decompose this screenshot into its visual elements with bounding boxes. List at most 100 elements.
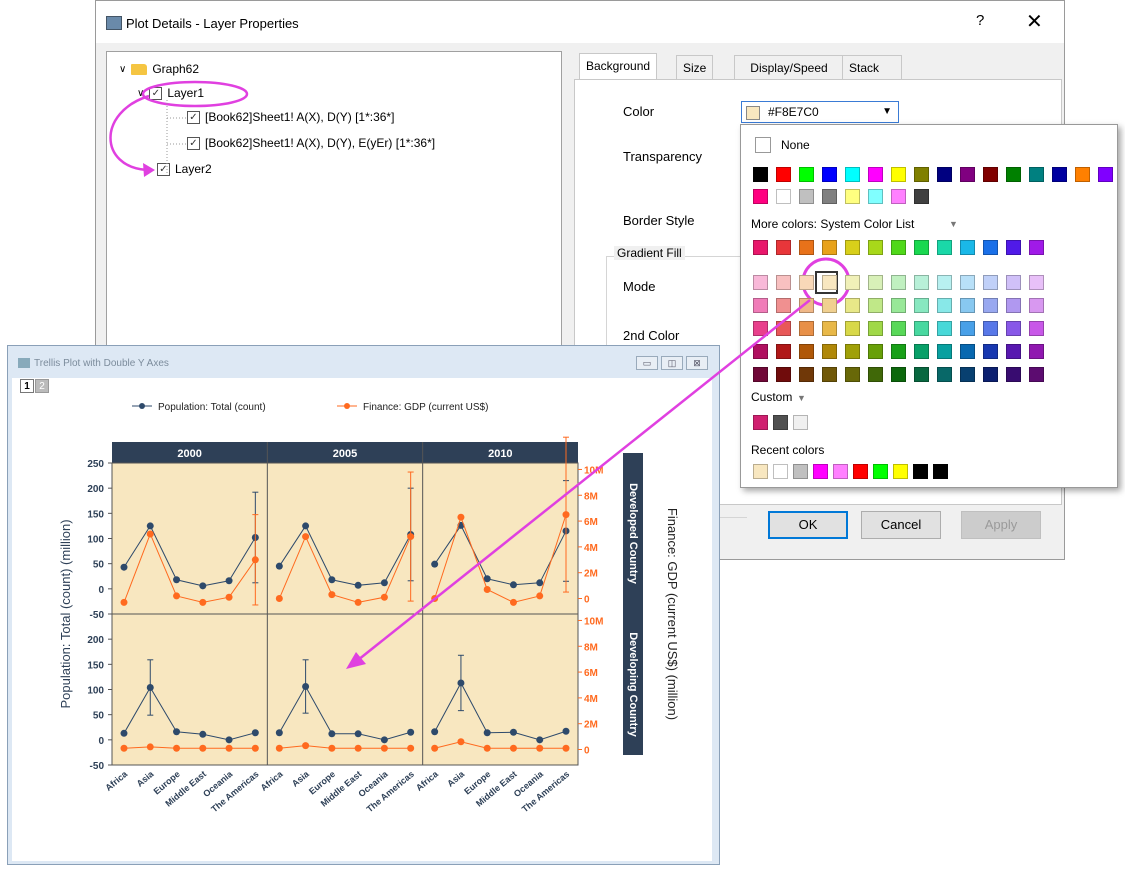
recent-color-swatch[interactable]	[833, 464, 848, 479]
hue-color-swatch[interactable]	[753, 240, 768, 255]
basic-color-swatch[interactable]	[937, 167, 952, 182]
grid-color-swatch[interactable]	[914, 298, 929, 313]
recent-color-swatch[interactable]	[773, 464, 788, 479]
grid-color-swatch[interactable]	[868, 298, 883, 313]
grid-color-swatch[interactable]	[776, 367, 791, 382]
grid-color-swatch[interactable]	[799, 298, 814, 313]
grid-color-swatch[interactable]	[868, 344, 883, 359]
recent-color-swatch[interactable]	[893, 464, 908, 479]
grid-color-swatch[interactable]	[845, 298, 860, 313]
grid-color-swatch[interactable]	[845, 344, 860, 359]
basic-color-swatch[interactable]	[776, 167, 791, 182]
custom-color-swatch[interactable]	[773, 415, 788, 430]
grid-color-swatch[interactable]	[776, 344, 791, 359]
hue-color-swatch[interactable]	[1029, 240, 1044, 255]
grid-color-swatch[interactable]	[845, 275, 860, 290]
grid-color-swatch[interactable]	[822, 321, 837, 336]
hue-color-swatch[interactable]	[776, 240, 791, 255]
grid-color-swatch[interactable]	[776, 321, 791, 336]
hue-color-swatch[interactable]	[845, 240, 860, 255]
grid-color-swatch[interactable]	[776, 298, 791, 313]
recent-color-swatch[interactable]	[933, 464, 948, 479]
grid-color-swatch[interactable]	[960, 298, 975, 313]
basic-color-swatch[interactable]	[845, 167, 860, 182]
basic-color-swatch[interactable]	[845, 189, 860, 204]
hue-color-swatch[interactable]	[868, 240, 883, 255]
dropdown-arrow-icon[interactable]: ▼	[882, 106, 892, 117]
basic-color-swatch[interactable]	[983, 167, 998, 182]
grid-color-swatch[interactable]	[753, 275, 768, 290]
recent-color-swatch[interactable]	[913, 464, 928, 479]
restore-button[interactable]: ◫	[661, 356, 683, 370]
apply-button[interactable]: Apply	[961, 511, 1041, 539]
grid-color-swatch[interactable]	[891, 367, 906, 382]
basic-color-swatch[interactable]	[891, 167, 906, 182]
grid-color-swatch[interactable]	[799, 275, 814, 290]
recent-color-swatch[interactable]	[853, 464, 868, 479]
grid-color-swatch[interactable]	[822, 367, 837, 382]
custom-color-swatch[interactable]	[793, 415, 808, 430]
grid-color-swatch[interactable]	[960, 275, 975, 290]
minimize-button[interactable]: ▭	[636, 356, 658, 370]
basic-color-swatch[interactable]	[799, 189, 814, 204]
grid-color-swatch[interactable]	[960, 344, 975, 359]
grid-color-swatch[interactable]	[753, 344, 768, 359]
hue-color-swatch[interactable]	[799, 240, 814, 255]
hue-color-swatch[interactable]	[937, 240, 952, 255]
grid-color-swatch[interactable]	[914, 367, 929, 382]
grid-color-swatch[interactable]	[983, 275, 998, 290]
grid-color-swatch[interactable]	[845, 367, 860, 382]
grid-color-swatch[interactable]	[822, 344, 837, 359]
grid-color-swatch[interactable]	[891, 344, 906, 359]
basic-color-swatch[interactable]	[822, 167, 837, 182]
grid-color-swatch[interactable]	[776, 275, 791, 290]
grid-color-swatch[interactable]	[845, 321, 860, 336]
basic-color-swatch[interactable]	[1006, 167, 1021, 182]
basic-color-swatch[interactable]	[868, 189, 883, 204]
grid-color-swatch[interactable]	[891, 321, 906, 336]
grid-color-swatch[interactable]	[799, 321, 814, 336]
grid-color-swatch[interactable]	[799, 367, 814, 382]
grid-color-swatch[interactable]	[753, 321, 768, 336]
grid-color-swatch[interactable]	[983, 321, 998, 336]
grid-color-swatch[interactable]	[1029, 367, 1044, 382]
hue-color-swatch[interactable]	[822, 240, 837, 255]
grid-color-swatch[interactable]	[1029, 321, 1044, 336]
grid-color-swatch[interactable]	[914, 275, 929, 290]
grid-color-swatch[interactable]	[1006, 344, 1021, 359]
grid-color-swatch[interactable]	[868, 367, 883, 382]
custom-color-swatch[interactable]	[753, 415, 768, 430]
grid-color-swatch[interactable]	[937, 344, 952, 359]
basic-color-swatch[interactable]	[914, 189, 929, 204]
recent-color-swatch[interactable]	[873, 464, 888, 479]
grid-color-swatch[interactable]	[1029, 298, 1044, 313]
grid-color-swatch[interactable]	[753, 367, 768, 382]
basic-color-swatch[interactable]	[1029, 167, 1044, 182]
basic-color-swatch[interactable]	[1098, 167, 1113, 182]
hue-color-swatch[interactable]	[983, 240, 998, 255]
grid-color-swatch[interactable]	[799, 344, 814, 359]
basic-color-swatch[interactable]	[914, 167, 929, 182]
grid-color-swatch[interactable]	[868, 321, 883, 336]
basic-color-swatch[interactable]	[799, 167, 814, 182]
basic-color-swatch[interactable]	[753, 189, 768, 204]
hue-color-swatch[interactable]	[914, 240, 929, 255]
grid-color-swatch[interactable]	[983, 344, 998, 359]
close-button[interactable]: ✕	[1026, 9, 1043, 34]
tab-stack[interactable]: Stack	[842, 55, 902, 79]
grid-color-swatch[interactable]	[914, 321, 929, 336]
basic-color-swatch[interactable]	[891, 189, 906, 204]
recent-color-swatch[interactable]	[813, 464, 828, 479]
tab-display-speed[interactable]: Display/Speed	[734, 55, 844, 79]
tab-background[interactable]: Background	[579, 53, 658, 80]
ok-button[interactable]: OK	[768, 511, 848, 539]
grid-color-swatch[interactable]	[1029, 275, 1044, 290]
recent-color-swatch[interactable]	[793, 464, 808, 479]
close-window-button[interactable]: ⊠	[686, 356, 708, 370]
basic-color-swatch[interactable]	[960, 167, 975, 182]
tab-size[interactable]: Size	[676, 55, 714, 79]
hue-color-swatch[interactable]	[1006, 240, 1021, 255]
grid-color-swatch[interactable]	[937, 298, 952, 313]
grid-color-swatch[interactable]	[822, 275, 837, 290]
basic-color-swatch[interactable]	[753, 167, 768, 182]
